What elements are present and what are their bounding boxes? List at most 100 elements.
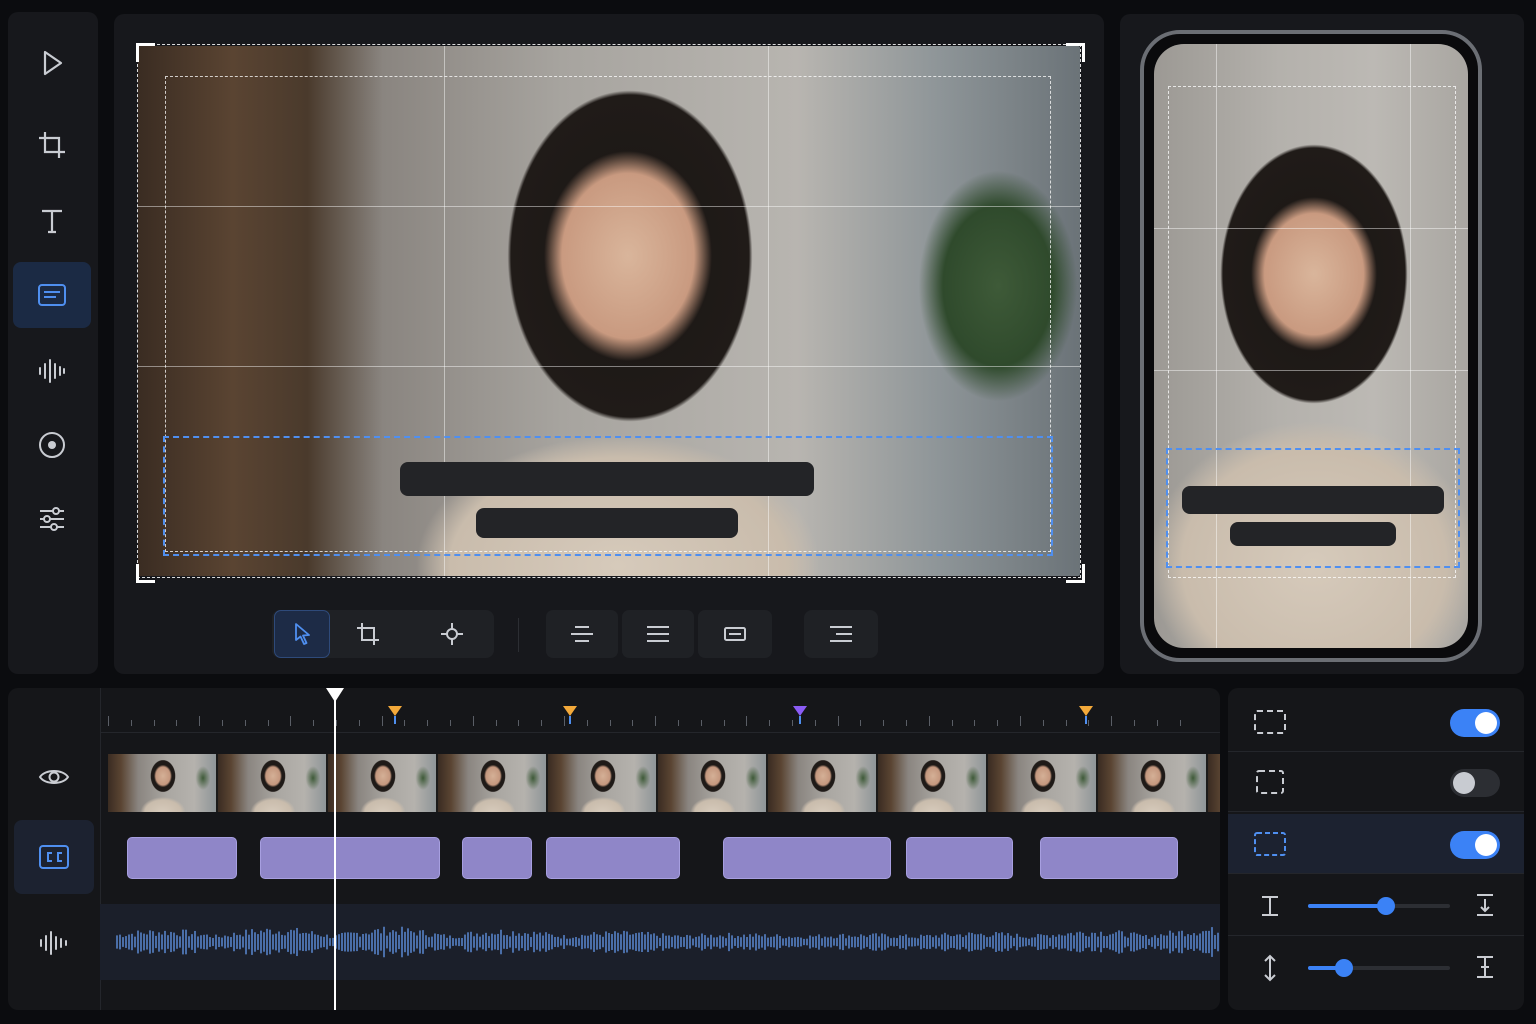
- waveform-bar: [557, 936, 559, 948]
- caption-clip[interactable]: [127, 837, 237, 879]
- caption-track[interactable]: [100, 816, 1220, 902]
- adjust-tool-button[interactable]: [13, 486, 91, 552]
- safe-area-icon: [1254, 710, 1286, 734]
- waveform-bar: [626, 931, 628, 953]
- caption-clip[interactable]: [260, 837, 440, 879]
- reframe-button[interactable]: [420, 610, 484, 658]
- vertical-position-slider[interactable]: [1308, 959, 1450, 977]
- waveform-bar: [596, 934, 598, 950]
- audio-tool-button[interactable]: [13, 338, 91, 404]
- waveform-bar: [914, 937, 916, 947]
- playhead-line[interactable]: [334, 688, 336, 1010]
- crop-tool-button[interactable]: [13, 112, 91, 178]
- slider-fill: [1308, 904, 1387, 908]
- waveform-bar: [773, 936, 775, 948]
- waveform-bar: [923, 935, 925, 949]
- waveform-bar: [494, 934, 496, 950]
- caption-clip[interactable]: [462, 837, 532, 879]
- safe-area-toggle[interactable]: [1450, 709, 1500, 737]
- title-safe-toggle[interactable]: [1450, 769, 1500, 797]
- waveform-bar: [1214, 935, 1216, 949]
- align-justify-button[interactable]: [622, 610, 694, 658]
- waveform-bar: [1217, 932, 1219, 952]
- time-ruler[interactable]: [100, 688, 1220, 733]
- video-track[interactable]: [108, 754, 1220, 812]
- waveform-bar: [884, 934, 886, 950]
- waveform-bar: [470, 931, 472, 953]
- waveform-bar: [575, 936, 577, 948]
- audio-track[interactable]: [100, 904, 1220, 980]
- slider-knob[interactable]: [1377, 897, 1396, 915]
- align-center-button[interactable]: [546, 610, 618, 658]
- audio-track-button[interactable]: [14, 906, 94, 980]
- waveform-bar: [116, 935, 118, 949]
- timeline-marker-stem: [1085, 716, 1087, 724]
- waveform-bar: [1151, 937, 1153, 947]
- waveform-bar: [878, 936, 880, 948]
- waveform-bar: [125, 936, 127, 948]
- ruler-tick: [1065, 720, 1067, 726]
- waveform-bar: [1142, 936, 1144, 948]
- waveform-bar: [347, 932, 349, 952]
- waveform-bar: [848, 935, 850, 949]
- phone-caption-line-2[interactable]: [1230, 522, 1396, 546]
- waveform-bar: [641, 931, 643, 953]
- waveform-bar: [983, 935, 985, 949]
- crop-handle-bottom-right[interactable]: [1066, 564, 1085, 583]
- timeline-marker[interactable]: [793, 706, 807, 716]
- timeline-marker[interactable]: [563, 706, 577, 716]
- phone-caption-line-1[interactable]: [1182, 486, 1444, 514]
- waveform-bar: [230, 937, 232, 947]
- crop-handle-bottom-left[interactable]: [136, 564, 155, 583]
- waveform-bar: [734, 938, 736, 946]
- waveform-bar: [821, 938, 823, 946]
- waveform-bar: [554, 937, 556, 947]
- caption-clip[interactable]: [723, 837, 891, 879]
- waveform-bar: [233, 932, 235, 952]
- caption-clip[interactable]: [546, 837, 680, 879]
- waveform-bar: [1088, 936, 1090, 948]
- waveform-bar: [968, 932, 970, 952]
- align-lines-button[interactable]: [804, 610, 878, 658]
- phone-video-preview[interactable]: [1154, 44, 1468, 648]
- crop-frame[interactable]: [137, 44, 1081, 578]
- caption-zone-toggle[interactable]: [1450, 831, 1500, 859]
- waveform-bar: [287, 932, 289, 952]
- line-spacing-slider[interactable]: [1308, 897, 1450, 915]
- waveform-bar: [422, 930, 424, 954]
- waveform-bar: [1064, 935, 1066, 949]
- waveform-bar: [269, 929, 271, 955]
- ruler-tick: [1134, 720, 1135, 726]
- crop-handle-top-left[interactable]: [136, 43, 155, 62]
- captions-icon: [38, 284, 66, 306]
- waveform-bar: [164, 930, 166, 954]
- waveform-bar: [1007, 933, 1009, 951]
- record-tool-button[interactable]: [13, 412, 91, 478]
- caption-clip[interactable]: [1040, 837, 1178, 879]
- video-track-visibility-button[interactable]: [14, 740, 94, 814]
- play-tool-button[interactable]: [13, 30, 91, 96]
- waveform-bar: [1208, 930, 1210, 954]
- timeline-marker[interactable]: [1079, 706, 1093, 716]
- waveform-bar: [437, 934, 439, 950]
- caption-track-button[interactable]: [14, 820, 94, 894]
- waveform-bar: [683, 937, 685, 947]
- crop-handle-top-right[interactable]: [1066, 43, 1085, 62]
- timeline-marker[interactable]: [388, 706, 402, 716]
- crop-button[interactable]: [338, 610, 398, 658]
- mobile-preview-panel: [1120, 14, 1524, 674]
- ruler-tick: [632, 720, 634, 726]
- slider-knob[interactable]: [1334, 959, 1353, 977]
- waveform-bar: [242, 936, 244, 948]
- text-tool-button[interactable]: [13, 188, 91, 254]
- playhead-handle[interactable]: [326, 688, 344, 702]
- fit-width-button[interactable]: [698, 610, 772, 658]
- waveform-bar: [365, 933, 367, 951]
- ruler-tick: [1179, 720, 1181, 726]
- select-tool-button[interactable]: [274, 610, 330, 658]
- waveform-bar: [581, 934, 583, 950]
- captions-tool-button[interactable]: [13, 262, 91, 328]
- caption-clip[interactable]: [906, 837, 1013, 879]
- timeline-panel: [8, 688, 1220, 1010]
- waveform-bar: [728, 932, 730, 952]
